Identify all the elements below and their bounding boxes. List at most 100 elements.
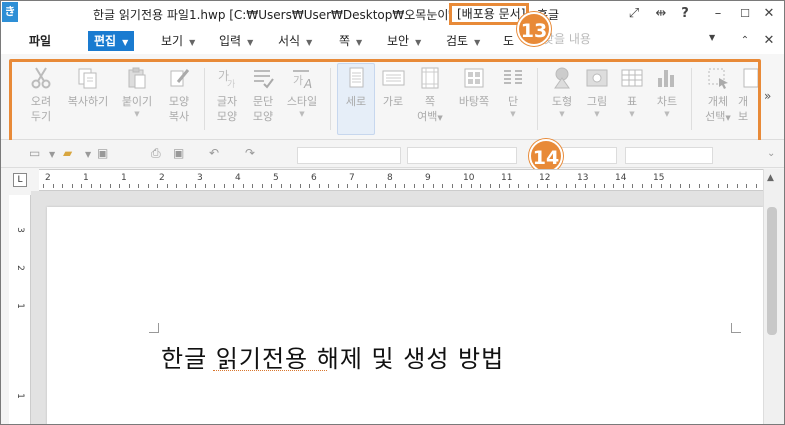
picture-icon	[586, 69, 608, 87]
ruler-tick	[727, 184, 728, 188]
print-icon[interactable]: ⎙	[151, 146, 161, 161]
columns-icon	[504, 70, 522, 84]
document-page[interactable]	[47, 207, 763, 424]
para-shape-button[interactable]: 문단 모양	[243, 66, 283, 124]
ruler-tick	[261, 184, 263, 188]
paste-button[interactable]: 붙이기 ▼	[117, 66, 157, 119]
svg-text:A: A	[303, 77, 312, 90]
redo-icon[interactable]: ↷	[245, 146, 255, 160]
chevron-down-icon: ▼	[415, 38, 422, 47]
brush-icon	[170, 69, 190, 87]
char-shape-icon: 가가	[218, 69, 235, 90]
ruler-tick	[527, 184, 529, 188]
ruler-tick	[290, 184, 291, 188]
search-dropdown-icon[interactable]: ▼	[709, 33, 715, 42]
close-doc-icon[interactable]: ✕	[759, 31, 779, 51]
shape-button[interactable]: 도형 ▼	[542, 66, 582, 119]
menu-edit[interactable]: 편집 ▼	[88, 31, 135, 51]
maximize-icon[interactable]: ☐	[735, 4, 755, 24]
ruler-tick	[100, 184, 101, 188]
ruler-tick	[214, 184, 215, 188]
menu-tools[interactable]: 도	[503, 31, 514, 51]
ruler-tick	[404, 184, 405, 188]
menu-view[interactable]: 보기 ▼	[161, 31, 195, 51]
margins-button[interactable]: 쪽 여백▼	[410, 66, 450, 126]
chevron-down-icon[interactable]: ▼	[85, 150, 91, 159]
callout-13: 13	[517, 12, 551, 46]
new-doc-icon[interactable]: ▭	[29, 146, 40, 160]
margins-icon	[421, 67, 439, 89]
close-icon[interactable]: ✕	[759, 4, 779, 24]
ruler-tick	[195, 184, 196, 188]
chevron-down-icon: ▼	[299, 110, 305, 118]
ruler-tick	[556, 184, 557, 188]
picture-button[interactable]: 그림 ▼	[577, 66, 617, 119]
preview-icon[interactable]: ▣	[173, 146, 184, 160]
ruler-corner-icon[interactable]: L	[13, 173, 27, 187]
search-input[interactable]: 찾을 내용	[521, 30, 726, 49]
menu-review[interactable]: 검토 ▼	[446, 31, 480, 51]
font-size-select[interactable]	[625, 147, 713, 164]
menu-insert[interactable]: 입력 ▼	[219, 31, 253, 51]
ruler-tick	[746, 184, 747, 188]
ribbon-separator	[204, 68, 205, 130]
save-icon[interactable]: ▣	[97, 146, 108, 160]
ruler-tick	[670, 184, 671, 188]
background-page-button[interactable]: 바탕쪽	[451, 66, 497, 109]
split-icon[interactable]: ⇹	[651, 4, 671, 24]
cut-button[interactable]: 오려 두기	[21, 66, 61, 124]
ruler-tick	[508, 184, 510, 188]
menu-page[interactable]: 쪽 ▼	[339, 31, 362, 51]
ruler-tick	[328, 184, 329, 188]
ruler-tick	[575, 184, 576, 188]
object-select-button[interactable]: 개체 선택▼	[698, 66, 738, 126]
ruler-tick	[736, 184, 738, 188]
ruler-number: 8	[387, 173, 393, 183]
help-icon[interactable]: ?	[675, 4, 695, 24]
format-copy-button[interactable]: 모양 복사	[159, 66, 199, 124]
margin-corner-mark	[731, 323, 741, 333]
style-select[interactable]	[297, 147, 401, 164]
ribbon-separator	[330, 68, 331, 130]
ruler-tick	[62, 184, 63, 188]
portrait-button[interactable]: 세로	[337, 63, 375, 135]
ribbon-expand-icon[interactable]: »	[764, 89, 771, 103]
table-button[interactable]: 표 ▼	[612, 66, 652, 119]
ruler-number: 9	[425, 173, 431, 183]
expand-icon[interactable]: ⤢	[624, 4, 644, 24]
minimize-icon[interactable]: –	[708, 4, 728, 24]
horizontal-ruler[interactable]: 2 1 1 2 3 4 5 6 7 8 9 10 11 12 13 14 15	[39, 169, 763, 191]
ruler-tick	[432, 184, 434, 188]
ruler-tick	[423, 184, 424, 188]
columns-button[interactable]: 단 ▼	[493, 66, 533, 119]
window-title: 한글 읽기전용 파일1.hwp [C:₩Users₩User₩Desktop₩오…	[93, 8, 465, 22]
object-select-icon	[708, 68, 728, 89]
char-shape-button[interactable]: 가가 글자 모양	[207, 66, 247, 124]
scrollbar-thumb[interactable]	[767, 207, 777, 335]
ruler-tick	[71, 184, 73, 188]
ruler-tick	[280, 184, 282, 188]
chevron-down-icon[interactable]: ▼	[49, 150, 55, 159]
chart-button[interactable]: 차트 ▼	[647, 66, 687, 119]
style-button[interactable]: 가A 스타일 ▼	[282, 66, 322, 119]
chevron-down-icon: ▼	[559, 110, 565, 118]
more-button[interactable]: 개 보	[738, 66, 758, 124]
toolbar-expand-icon[interactable]: ⌄	[767, 148, 775, 159]
ruler-number: 2	[159, 173, 165, 183]
font-lang-select[interactable]	[407, 147, 517, 164]
ruler-tick	[594, 184, 595, 188]
vertical-ruler[interactable]: 3 2 1 1	[9, 195, 31, 424]
open-folder-icon[interactable]: ▰	[63, 146, 72, 160]
ruler-tick	[309, 184, 310, 188]
ruler-number: 1	[121, 173, 127, 183]
scroll-up-icon[interactable]: ▲	[767, 173, 774, 183]
chevron-down-icon: ▼	[247, 38, 254, 47]
copy-button[interactable]: 복사하기	[65, 66, 111, 109]
menu-format[interactable]: 서식 ▼	[278, 31, 312, 51]
undo-icon[interactable]: ↶	[209, 146, 219, 160]
ruler-tick	[223, 184, 225, 188]
landscape-button[interactable]: 가로	[373, 66, 413, 109]
collapse-ribbon-icon[interactable]: ⌃	[735, 31, 755, 51]
menu-security[interactable]: 보안 ▼	[387, 31, 421, 51]
menu-file[interactable]: 파일	[29, 31, 51, 51]
